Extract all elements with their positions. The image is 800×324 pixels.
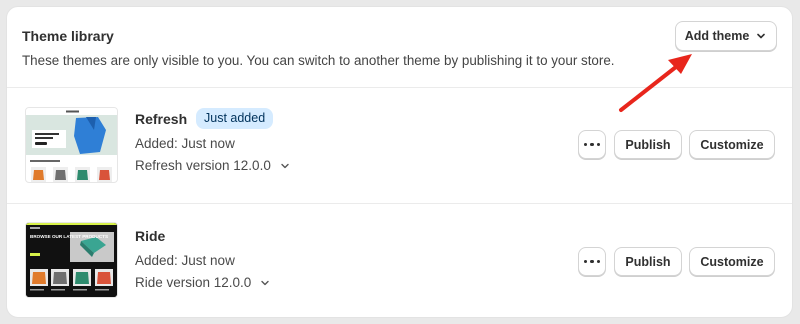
more-actions-button[interactable] (578, 247, 606, 276)
theme-added-date: Added: Just now (135, 136, 235, 151)
theme-library-card: Theme library These themes are only visi… (6, 6, 793, 318)
refresh-thumbnail (25, 107, 118, 183)
theme-name: Ride (135, 228, 166, 244)
customize-button[interactable]: Customize (689, 247, 775, 276)
chevron-down-icon (281, 163, 289, 168)
add-theme-label: Add theme (684, 29, 750, 43)
more-horizontal-icon (583, 259, 601, 264)
publish-button[interactable]: Publish (614, 130, 682, 159)
theme-version-dropdown[interactable]: Ride version 12.0.0 (135, 275, 271, 290)
theme-version-label: Ride version 12.0.0 (135, 275, 252, 290)
theme-name: Refresh (135, 111, 188, 127)
theme-row-ride: BROWSE OUR LATEST PRODUCTS Ride Added: J… (7, 204, 792, 317)
more-actions-button[interactable] (578, 130, 606, 159)
theme-version-label: Refresh version 12.0.0 (135, 158, 271, 173)
more-horizontal-icon (583, 142, 601, 147)
refresh-preview-image (26, 108, 117, 182)
theme-library-header: Theme library These themes are only visi… (7, 7, 792, 88)
publish-button[interactable]: Publish (614, 247, 682, 276)
chevron-down-icon (261, 280, 270, 285)
theme-row-refresh: Refresh Just added Added: Just now Refre… (7, 88, 792, 204)
theme-added-date: Added: Just now (135, 253, 235, 268)
chevron-down-icon (757, 33, 766, 39)
customize-button[interactable]: Customize (689, 130, 775, 159)
ride-thumbnail-text: BROWSE OUR LATEST PRODUCTS (30, 234, 108, 239)
ride-thumbnail: BROWSE OUR LATEST PRODUCTS (25, 222, 118, 298)
page-subtitle: These themes are only visible to you. Yo… (22, 53, 615, 68)
status-badge: Just added (196, 108, 274, 129)
add-theme-button[interactable]: Add theme (675, 21, 777, 51)
page-title: Theme library (22, 28, 114, 44)
theme-version-dropdown[interactable]: Refresh version 12.0.0 (135, 158, 291, 173)
ride-preview-image: BROWSE OUR LATEST PRODUCTS (26, 223, 117, 297)
